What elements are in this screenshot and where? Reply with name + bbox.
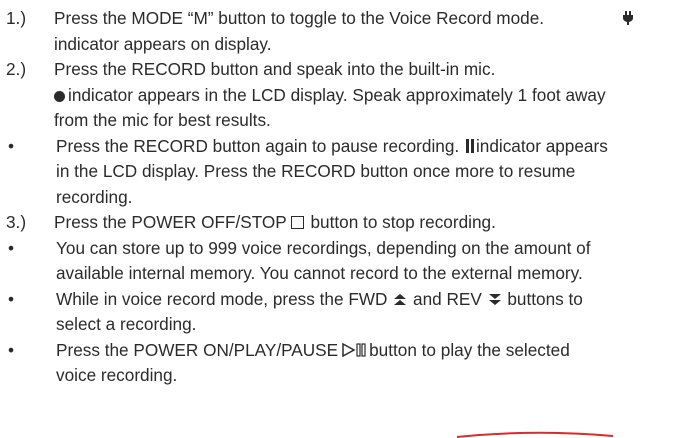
bullet-line: recording. (56, 186, 133, 207)
bullet-line: You can store up to 999 voice recordings… (56, 237, 591, 258)
bullet-select: • While in voice record mode, press the … (6, 287, 666, 338)
step-line: Press the POWER OFF/STOP button to stop … (54, 210, 666, 236)
step-line: Press the MODE “M” button to toggle to t… (54, 6, 666, 32)
play-pause-icon (342, 342, 366, 357)
bullet-text: and REV (413, 288, 482, 309)
step-content: Press the POWER OFF/STOP button to stop … (54, 210, 666, 236)
bullet-content: Press the RECORD button again to pause r… (56, 134, 666, 211)
bullet-line: Press the POWER ON/PLAY/PAUSE button to … (56, 338, 666, 364)
step-line: indicator appears in the LCD display. Sp… (54, 83, 666, 109)
step-text: Press the MODE “M” button to toggle to t… (54, 8, 545, 28)
step-line: Press the RECORD button and speak into t… (54, 59, 496, 79)
bullet-line: available internal memory. You cannot re… (56, 263, 583, 283)
step-content: Press the MODE “M” button to toggle to t… (54, 6, 666, 57)
bullet-marker: • (8, 339, 15, 360)
fwd-up-arrow-icon (394, 293, 407, 305)
bullet-text: button to play the selected (369, 339, 570, 360)
bullet-line: select a recording. (56, 314, 197, 334)
pause-bars-icon (465, 138, 474, 153)
bullet-text: Press the POWER ON/PLAY/PAUSE (56, 339, 339, 360)
bullet-text: Press the RECORD button again to pause r… (56, 135, 460, 156)
bullet-storage: • You can store up to 999 voice recordin… (6, 236, 666, 287)
step-1: 1.) Press the MODE “M” button to toggle … (6, 6, 666, 57)
bullet-content: Press the POWER ON/PLAY/PAUSE button to … (56, 338, 666, 389)
step-line: from the mic for best results. (54, 110, 271, 130)
bullet-pause: • Press the RECORD button again to pause… (6, 134, 666, 211)
step-2: 2.) Press the RECORD button and speak in… (6, 57, 666, 134)
bullet-text: buttons to (507, 288, 583, 309)
step-marker: 2.) (6, 59, 27, 79)
instruction-list: 1.) Press the MODE “M” button to toggle … (6, 6, 666, 389)
bullet-content: While in voice record mode, press the FW… (56, 287, 666, 338)
step-marker: 3.) (6, 212, 27, 232)
bullet-line: While in voice record mode, press the FW… (56, 287, 666, 313)
bullet-marker: • (8, 288, 15, 309)
stop-square-icon (290, 216, 304, 229)
step-text: indicator appears in the LCD display. Sp… (68, 84, 606, 105)
bullet-text: indicator appears (475, 135, 608, 156)
microphone-icon (623, 11, 634, 25)
step-content: Press the RECORD button and speak into t… (54, 57, 666, 134)
rev-down-arrow-icon (488, 293, 501, 305)
bullet-marker: • (8, 237, 15, 258)
bullet-play: • Press the POWER ON/PLAY/PAUSE button t… (6, 338, 666, 389)
step-line: indicator appears on display. (54, 33, 272, 54)
bullet-marker: • (8, 135, 15, 156)
step-3: 3.) Press the POWER OFF/STOP button to s… (6, 210, 666, 236)
record-dot-icon (54, 90, 65, 102)
step-text: button to stop recording. (310, 212, 496, 232)
bullet-content: You can store up to 999 voice recordings… (56, 236, 666, 287)
step-text: Press the POWER OFF/STOP (54, 212, 287, 232)
bullet-line: voice recording. (56, 365, 178, 385)
step-marker: 1.) (6, 8, 27, 28)
instruction-page: 1.) Press the MODE “M” button to toggle … (0, 0, 678, 438)
bullet-line: in the LCD display. Press the RECORD but… (56, 161, 576, 181)
bullet-text: While in voice record mode, press the FW… (56, 288, 388, 309)
bullet-line: Press the RECORD button again to pause r… (56, 134, 666, 160)
